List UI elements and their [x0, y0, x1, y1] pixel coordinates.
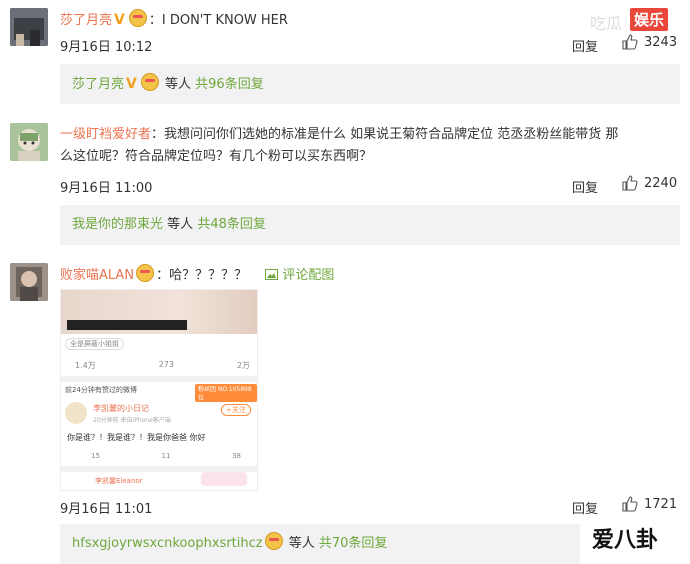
fan-badge-icon	[136, 264, 155, 282]
avatar[interactable]	[10, 8, 48, 46]
username[interactable]: 一级盯裆爱好者	[60, 127, 151, 142]
like-count: 1721	[644, 496, 678, 512]
repost-count: 1.4万	[75, 361, 96, 370]
reply-username[interactable]: 莎了月亮	[72, 77, 124, 92]
watermark-logo: 娱乐	[630, 8, 669, 31]
comment-image[interactable]: 全是屏蔽小姐姐 1.4万 273 2万 前24分钟有赞过的微博 粉丝团 NO.1…	[60, 289, 258, 491]
comment-text: ：I DON'T KNOW HER	[148, 13, 288, 28]
avatar[interactable]	[10, 123, 48, 161]
reply-suffix: 等人	[165, 77, 192, 92]
comment-time: 9月16日 11:01	[60, 502, 153, 517]
reply-suffix: 等人	[167, 217, 194, 232]
replies-summary[interactable]: 莎了月亮 V 等人 共96条回复	[60, 64, 680, 104]
embedded-comment-text: 你是谁？！我是谁？！我是你爸爸 你好	[67, 433, 206, 442]
watermark-faint: 吃瓜	[590, 14, 623, 33]
username[interactable]: 莎了月亮	[60, 13, 112, 28]
comment-line: 败家喵ALAN ：哈？？？？？ 评论配图	[60, 264, 334, 283]
like-button[interactable]: 3243	[622, 34, 677, 50]
reply-count-link[interactable]: 共48条回复	[197, 217, 266, 232]
commenter-sub: 20分钟前 来自iPhone客户端	[93, 417, 171, 424]
like-count: 3243	[644, 34, 678, 50]
comment-image-link[interactable]: 评论配图	[265, 268, 334, 283]
comment-text: ：我想问问你们选她的标准是什么 如果说王菊符合品牌定位 范丞丞粉丝能带货 那	[151, 127, 619, 142]
watermark-logo-bottom: 爱八卦	[592, 528, 659, 553]
photo-bar	[67, 320, 187, 330]
follow-button: +关注	[221, 404, 251, 416]
like-count: 2万	[236, 361, 250, 370]
reply-button[interactable]: 回复	[572, 177, 598, 196]
comment-count: 273	[158, 360, 174, 369]
comment-text-cont: 么这位呢？符合品牌定位吗？有几个粉可以买东西啊？	[60, 149, 373, 164]
reply-suffix: 等人	[288, 536, 315, 551]
fan-badge-icon	[140, 73, 159, 91]
reply-username[interactable]: 我是你的那束光	[72, 217, 163, 232]
comment-line: 莎了月亮 V ：I DON'T KNOW HER	[60, 9, 288, 28]
post-tag: 全是屏蔽小姐姐	[65, 338, 124, 350]
embedded-stats: 15 11 38	[91, 452, 241, 460]
commenter-avatar	[65, 402, 87, 424]
reply-button[interactable]: 回复	[572, 36, 598, 55]
thumbs-up-icon	[622, 175, 638, 191]
fan-badge: 粉丝团 NO.105898位	[195, 384, 257, 402]
comment-line: 一级盯裆爱好者：我想问问你们选她的标准是什么 如果说王菊符合品牌定位 范丞丞粉丝…	[60, 124, 618, 168]
commenter-name: 李凯馨的小日记	[93, 404, 149, 413]
reply-count-link[interactable]: 共70条回复	[319, 536, 388, 551]
thumbs-up-icon	[622, 34, 638, 50]
replies-summary[interactable]: hfsxgjoyrwsxcnkoophxsrtihcz 等人 共70条回复	[60, 524, 580, 564]
verified-icon: V	[114, 12, 125, 28]
image-icon	[265, 269, 279, 280]
username[interactable]: 败家喵ALAN	[60, 268, 134, 283]
replies-summary[interactable]: 我是你的那束光 等人 共48条回复	[60, 205, 680, 245]
post-header: 前24分钟有赞过的微博	[65, 386, 137, 394]
reply-button[interactable]: 回复	[572, 498, 598, 517]
reply-username[interactable]: hfsxgjoyrwsxcnkoophxsrtihcz	[72, 536, 263, 551]
like-button[interactable]: 1721	[622, 496, 677, 512]
comment-time: 9月16日 11:00	[60, 181, 153, 196]
thumbs-up-icon	[622, 496, 638, 512]
image-link-label: 评论配图	[282, 268, 335, 283]
bottom-sticker	[201, 472, 247, 486]
verified-icon: V	[126, 76, 137, 92]
comment-time: 9月16日 10:12	[60, 40, 153, 55]
bottom-user: 李凯馨Eleanor	[95, 477, 143, 485]
comment-text: ：哈？？？？？	[156, 268, 248, 283]
post-stats: 1.4万 273 2万	[75, 360, 250, 371]
avatar[interactable]	[10, 263, 48, 301]
reply-count-link[interactable]: 共96条回复	[195, 77, 264, 92]
like-count: 2240	[644, 175, 678, 191]
fan-badge-icon	[264, 532, 283, 550]
fan-badge-icon	[128, 9, 147, 27]
like-button[interactable]: 2240	[622, 175, 677, 191]
divider	[61, 376, 257, 382]
